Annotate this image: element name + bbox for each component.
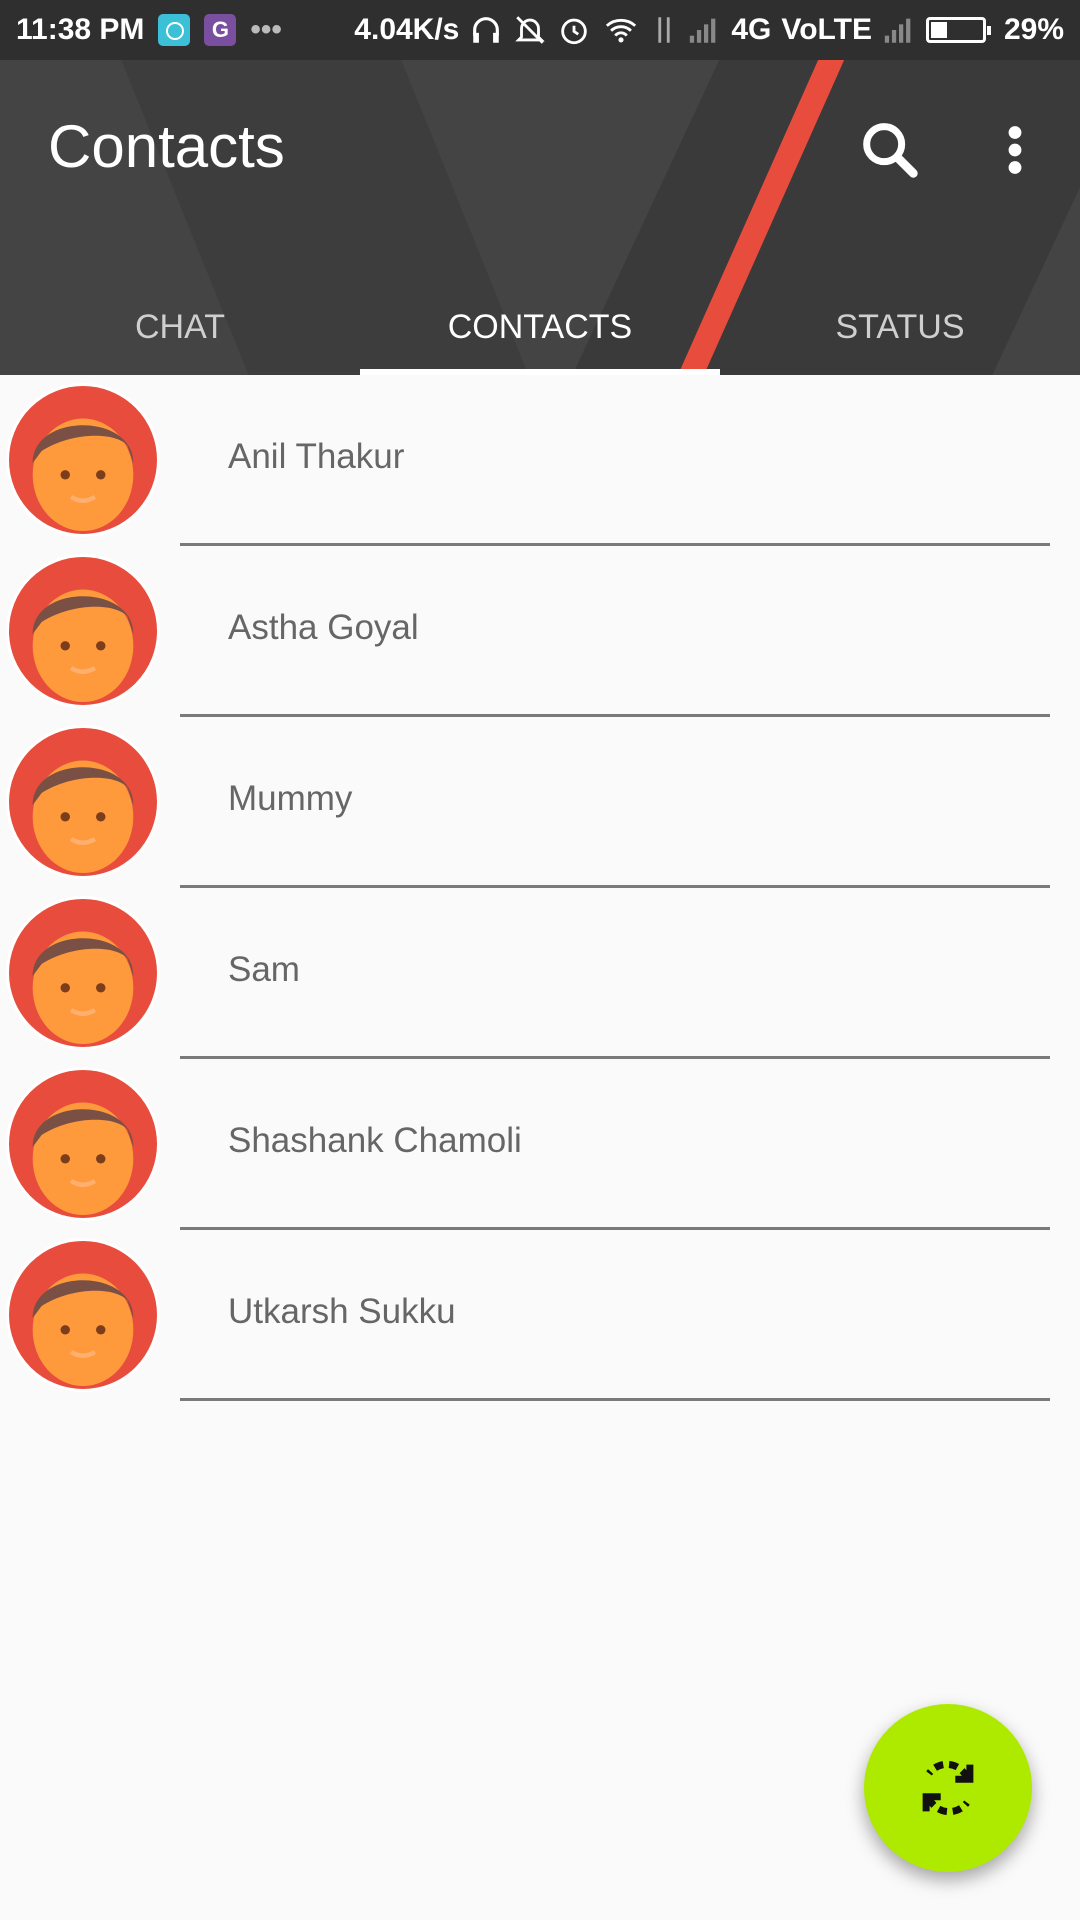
tab-contacts[interactable]: CONTACTS [360, 280, 720, 375]
contact-name: Mummy [228, 779, 353, 818]
avatar [6, 1238, 160, 1392]
person-avatar-icon [32, 760, 134, 874]
network-type: 4G [731, 13, 772, 46]
avatar [6, 383, 160, 537]
app-bar: Contacts CHAT CONTACTS STATUS [0, 60, 1080, 375]
avatar [6, 554, 160, 708]
person-avatar-icon [32, 589, 134, 703]
person-avatar-icon [32, 931, 134, 1045]
wifi-icon [606, 18, 637, 43]
refresh-fab[interactable] [864, 1704, 1032, 1872]
contacts-list: Anil Thakur Astha Goyal Mummy Sam Shashank C… [0, 375, 1080, 1401]
avatar [6, 1067, 160, 1221]
google-notification-icon [204, 14, 237, 46]
contact-row[interactable]: Mummy [0, 717, 1080, 888]
contact-name: Sam [228, 950, 300, 989]
battery-percent: 29% [1003, 13, 1064, 46]
more-notifications-icon: ••• [250, 13, 282, 46]
search-button[interactable] [855, 115, 925, 185]
headphones-icon [473, 17, 500, 43]
page-title: Contacts [48, 113, 285, 180]
tab-status[interactable]: STATUS [720, 280, 1080, 375]
person-avatar-icon [32, 1273, 134, 1387]
contact-name: Utkarsh Sukku [228, 1292, 456, 1331]
network-speed: 4.04K/s [354, 13, 460, 46]
contact-row[interactable]: Utkarsh Sukku [0, 1230, 1080, 1401]
status-bar: 11:38 PM ••• 4.04K/s 4G VoLTE 29% [0, 0, 1080, 60]
refresh-icon [922, 1760, 974, 1816]
signal-icon [690, 18, 716, 43]
battery-icon [925, 17, 991, 43]
more-vert-icon [1008, 126, 1022, 174]
contact-row[interactable]: Astha Goyal [0, 546, 1080, 717]
data-transfer-icon [658, 17, 671, 43]
signal-2-icon [884, 18, 911, 43]
avatar [6, 725, 160, 879]
tab-bar: CHAT CONTACTS STATUS [0, 280, 1080, 375]
contact-row[interactable]: Shashank Chamoli [0, 1059, 1080, 1230]
contact-name: Astha Goyal [228, 608, 419, 647]
alarm-icon [561, 18, 588, 45]
contact-row[interactable]: Sam [0, 888, 1080, 1059]
contact-row[interactable]: Anil Thakur [0, 375, 1080, 546]
divider [180, 1398, 1050, 1401]
avatar [6, 896, 160, 1050]
person-avatar-icon [32, 418, 134, 532]
search-icon [863, 123, 918, 178]
app-notification-icon [158, 14, 191, 46]
overflow-menu-button[interactable] [985, 115, 1045, 185]
tab-chat[interactable]: CHAT [0, 280, 360, 375]
contact-name: Shashank Chamoli [228, 1121, 522, 1160]
contact-name: Anil Thakur [228, 437, 405, 476]
clock: 11:38 PM [16, 13, 145, 46]
volte-label: VoLTE [781, 13, 872, 46]
bell-off-icon [515, 16, 546, 44]
person-avatar-icon [32, 1102, 134, 1216]
